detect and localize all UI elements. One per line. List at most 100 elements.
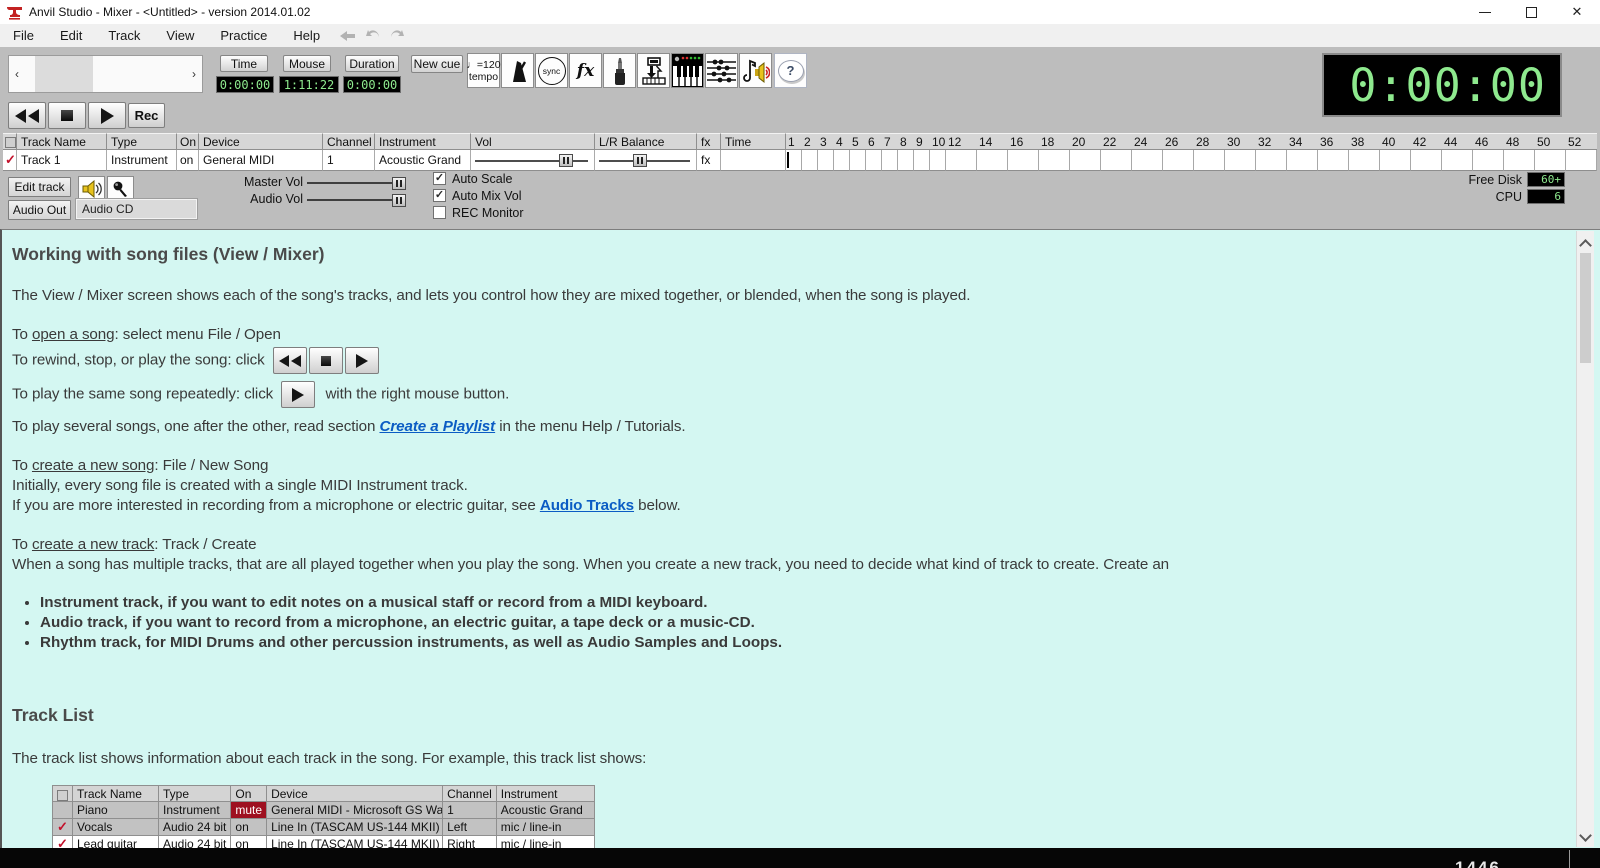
help-play-loop-button[interactable]	[281, 381, 315, 408]
timeline-grid-cell[interactable]	[1380, 150, 1411, 171]
menu-item[interactable]: View	[153, 25, 207, 47]
timeline-grid-cell[interactable]	[1070, 150, 1101, 171]
timeline-grid-cell[interactable]	[818, 150, 834, 171]
track-channel-cell[interactable]: 1	[323, 150, 375, 171]
timeline-number-cell[interactable]: 40	[1380, 133, 1411, 150]
column-header-channel[interactable]: Channel	[323, 133, 375, 150]
timeline-grid-cell[interactable]	[1287, 150, 1318, 171]
timeline-grid-cell[interactable]	[1132, 150, 1163, 171]
restore-button[interactable]	[1508, 0, 1554, 24]
track-name-cell[interactable]: Track 1	[17, 150, 107, 171]
option-checkbox[interactable]: ✓ REC Monitor	[433, 206, 524, 219]
timeline-grid-cell[interactable]	[1411, 150, 1442, 171]
audio-vol-slider[interactable]	[392, 194, 406, 207]
timeline-number-cell[interactable]: 44	[1442, 133, 1473, 150]
timeline-grid-cell[interactable]	[1039, 150, 1070, 171]
timeline-grid-cell[interactable]	[1535, 150, 1566, 171]
column-header-instrument[interactable]: Instrument	[375, 133, 471, 150]
timeline-grid-cell[interactable]	[1473, 150, 1504, 171]
help-scroll-thumb[interactable]	[1580, 253, 1591, 363]
playhead-cursor[interactable]	[787, 152, 789, 168]
timeline-number-cell[interactable]: 8	[898, 133, 914, 150]
column-header-track-name[interactable]: Track Name	[17, 133, 107, 150]
stop-button[interactable]	[48, 102, 86, 129]
timeline-number-cell[interactable]: 50	[1535, 133, 1566, 150]
record-button[interactable]: Rec	[128, 103, 165, 128]
back-arrow-icon[interactable]	[339, 30, 357, 42]
timeline-grid-cell[interactable]	[850, 150, 866, 171]
scroll-up-icon[interactable]	[1581, 237, 1589, 245]
column-header-lr-balance[interactable]: L/R Balance	[595, 133, 697, 150]
help-stop-button[interactable]	[309, 347, 343, 374]
track-enabled-checkbox[interactable]: ✓	[3, 150, 17, 171]
audio-out-device-field[interactable]: Audio CD	[76, 199, 197, 219]
timeline-number-cell[interactable]: 32	[1256, 133, 1287, 150]
select-all-checkbox[interactable]	[3, 133, 17, 150]
timeline-number-cell[interactable]: 20	[1070, 133, 1101, 150]
menu-item[interactable]: File	[0, 25, 47, 47]
song-position-scrollbar[interactable]: ‹ ›	[8, 55, 203, 93]
column-header-device[interactable]: Device	[199, 133, 323, 150]
timeline-grid-cell[interactable]	[1194, 150, 1225, 171]
timeline-number-cell[interactable]: 46	[1473, 133, 1504, 150]
timeline-number-cell[interactable]: 28	[1194, 133, 1225, 150]
effects-button[interactable]: fx	[569, 53, 602, 88]
metronome-button[interactable]	[501, 53, 534, 88]
timeline-grid-cell[interactable]	[882, 150, 898, 171]
timeline-number-cell[interactable]: 36	[1318, 133, 1349, 150]
column-header-fx[interactable]: fx	[697, 133, 721, 150]
track-device-cell[interactable]: General MIDI	[199, 150, 323, 171]
timeline-number-cell[interactable]: 18	[1039, 133, 1070, 150]
timeline-number-cell[interactable]: 9	[914, 133, 930, 150]
track-type-cell[interactable]: Instrument	[107, 150, 177, 171]
timeline-grid-cell[interactable]	[1256, 150, 1287, 171]
timeline-number-cell[interactable]: 7	[882, 133, 898, 150]
track-fx-cell[interactable]: fx	[697, 150, 721, 171]
timeline-number-cell[interactable]: 3	[818, 133, 834, 150]
timeline-number-cell[interactable]: 52	[1566, 133, 1597, 150]
timeline-grid-cell[interactable]	[914, 150, 930, 171]
timeline-number-cell[interactable]: 30	[1225, 133, 1256, 150]
timeline-number-cell[interactable]: 16	[1008, 133, 1039, 150]
redo-icon[interactable]	[389, 29, 405, 42]
scroll-trough[interactable]	[25, 56, 186, 92]
help-play-button[interactable]	[345, 347, 379, 374]
help-button[interactable]: ?	[774, 53, 807, 88]
menu-item[interactable]: Edit	[47, 25, 95, 47]
create-playlist-link[interactable]: Create a Playlist	[379, 418, 495, 435]
timeline-number-cell[interactable]: 6	[866, 133, 882, 150]
close-button[interactable]: ✕	[1554, 0, 1600, 24]
rewind-button[interactable]	[8, 102, 46, 129]
timeline-grid-cell[interactable]	[866, 150, 882, 171]
piano-keyboard-button[interactable]	[671, 53, 704, 88]
track-instrument-cell[interactable]: Acoustic Grand	[375, 150, 471, 171]
help-scrollbar[interactable]	[1576, 231, 1594, 847]
audio-note-button[interactable]	[739, 53, 772, 88]
timeline-grid-cell[interactable]	[946, 150, 977, 171]
midi-hardware-button[interactable]	[637, 53, 670, 88]
timeline-grid-cell[interactable]	[930, 150, 946, 171]
scroll-right-arrow[interactable]: ›	[186, 56, 202, 92]
volume-slider[interactable]	[559, 154, 573, 167]
option-checkbox[interactable]: ✓ Auto Mix Vol	[433, 189, 524, 202]
timeline-grid-cell[interactable]	[1349, 150, 1380, 171]
sync-button[interactable]: sync	[535, 53, 568, 88]
column-header-type[interactable]: Type	[107, 133, 177, 150]
timeline-number-cell[interactable]: 48	[1504, 133, 1535, 150]
edit-track-button[interactable]: Edit track	[8, 177, 71, 197]
timeline-number-cell[interactable]: 34	[1287, 133, 1318, 150]
column-header-on[interactable]: On	[177, 133, 199, 150]
help-rewind-button[interactable]	[273, 347, 307, 374]
timeline-number-cell[interactable]: 26	[1163, 133, 1194, 150]
audio-jack-button[interactable]	[603, 53, 636, 88]
balance-slider[interactable]	[633, 154, 647, 167]
timeline-grid-cell[interactable]	[1163, 150, 1194, 171]
scroll-down-icon[interactable]	[1581, 831, 1589, 839]
option-checkbox[interactable]: ✓ Auto Scale	[433, 172, 524, 185]
timeline-number-cell[interactable]: 10	[930, 133, 946, 150]
master-vol-slider[interactable]	[392, 177, 406, 190]
timeline-grid-cell[interactable]	[1225, 150, 1256, 171]
timeline-number-cell[interactable]: 2	[802, 133, 818, 150]
new-cue-button[interactable]: New cue	[411, 55, 463, 73]
timeline-grid-cell[interactable]	[1101, 150, 1132, 171]
